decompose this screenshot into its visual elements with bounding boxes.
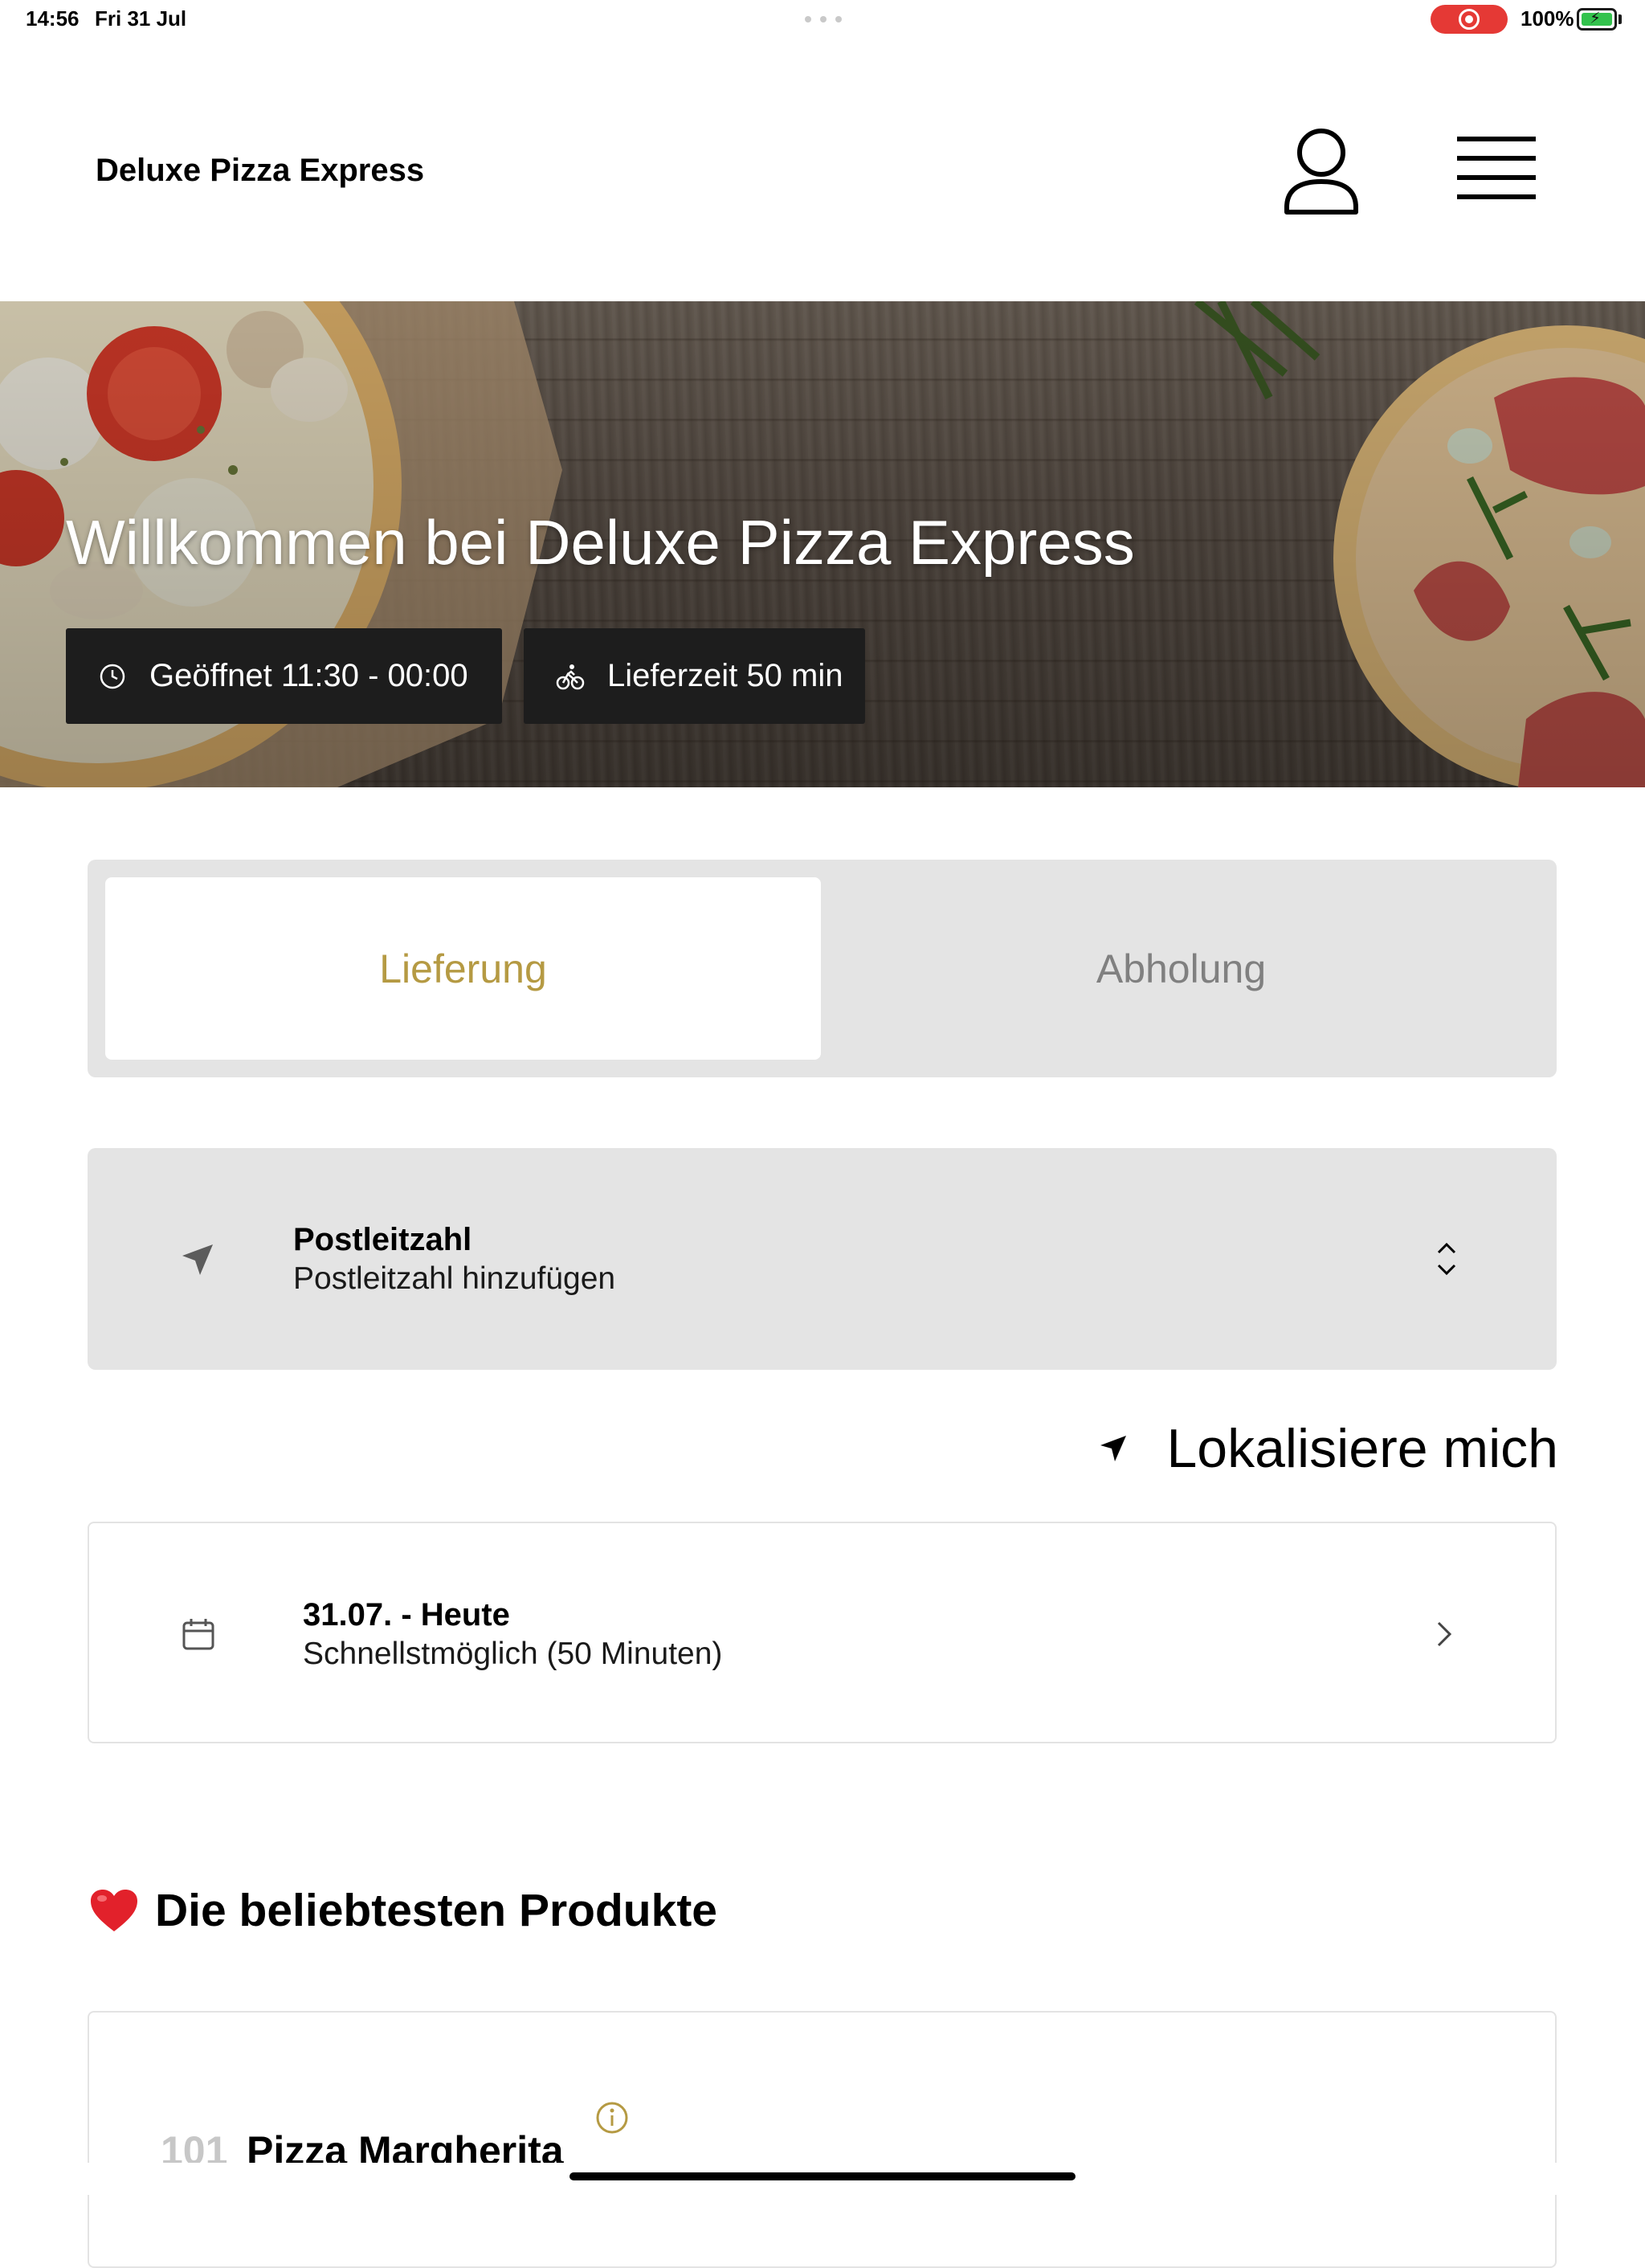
delivery-time-text: Lieferzeit 50 min: [607, 658, 843, 693]
info-icon[interactable]: [595, 2101, 629, 2135]
bicycle-icon: [554, 660, 586, 693]
locate-me-label: Lokalisiere mich: [1166, 1418, 1558, 1479]
order-type-segmented-control: Lieferung Abholung: [88, 860, 1557, 1077]
delivery-time-selector[interactable]: 31.07. - Heute Schnellstmöglich (50 Minu…: [88, 1522, 1557, 1743]
popular-products-heading: Die beliebtesten Produkte: [89, 1884, 717, 1937]
calendar-icon: [182, 1619, 214, 1650]
navigation-arrow-icon: [182, 1244, 213, 1275]
hero-banner: Willkommen bei Deluxe Pizza Express Geöf…: [0, 301, 1645, 787]
heart-icon: [91, 1890, 137, 1931]
battery-tip: [1618, 14, 1622, 24]
clock-icon: [96, 660, 129, 693]
multitasking-dots-icon[interactable]: [805, 16, 842, 22]
delivery-time-option: Schnellstmöglich (50 Minuten): [303, 1637, 723, 1671]
chevron-up-down-icon: [1437, 1242, 1456, 1276]
delivery-time-badge: Lieferzeit 50 min: [524, 628, 865, 724]
home-indicator[interactable]: [569, 2172, 1076, 2180]
product-card[interactable]: 101 Pizza Margherita: [88, 2011, 1557, 2268]
tab-delivery[interactable]: Lieferung: [105, 877, 821, 1060]
hamburger-menu-icon: [1457, 137, 1536, 199]
chevron-right-icon: [1437, 1621, 1452, 1647]
delivery-date: 31.07. - Heute: [303, 1597, 510, 1633]
site-title[interactable]: Deluxe Pizza Express: [96, 153, 424, 189]
account-button[interactable]: [1277, 122, 1365, 219]
battery-percentage: 100%: [1521, 6, 1574, 31]
opening-hours-text: Geöffnet 11:30 - 00:00: [149, 658, 468, 693]
opening-hours-badge: Geöffnet 11:30 - 00:00: [66, 628, 502, 724]
user-icon: [1284, 129, 1358, 215]
hero-title: Willkommen bei Deluxe Pizza Express: [66, 507, 1135, 578]
postcode-label: Postleitzahl: [293, 1222, 472, 1257]
screen-recording-icon[interactable]: [1431, 5, 1508, 34]
popular-products-title: Die beliebtesten Produkte: [155, 1885, 718, 1936]
location-arrow-icon: [1100, 1436, 1127, 1461]
status-date: Fri 31 Jul: [95, 6, 187, 31]
status-bar: 14:56 Fri 31 Jul 100%: [0, 0, 1645, 40]
tab-pickup[interactable]: Abholung: [823, 877, 1539, 1060]
status-time: 14:56: [26, 6, 80, 31]
postcode-selector[interactable]: Postleitzahl Postleitzahl hinzufügen: [88, 1148, 1557, 1370]
menu-button[interactable]: [1447, 129, 1544, 209]
postcode-value: Postleitzahl hinzufügen: [293, 1261, 616, 1296]
locate-me-button[interactable]: Lokalisiere mich: [1096, 1412, 1558, 1485]
battery-icon: [1577, 8, 1617, 31]
